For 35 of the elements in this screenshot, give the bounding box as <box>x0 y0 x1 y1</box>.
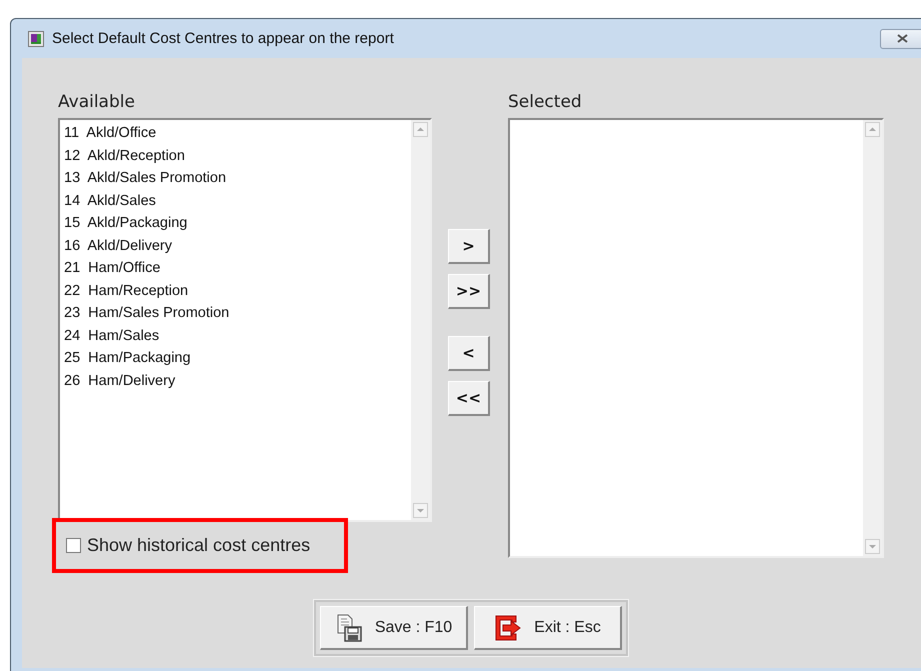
checkbox[interactable] <box>66 538 81 553</box>
list-item[interactable]: 25 Ham/Packaging <box>64 347 407 370</box>
list-item[interactable]: 14 Akld/Sales <box>64 190 407 212</box>
add-button[interactable]: >> <box>448 274 490 309</box>
remove-button[interactable]: < <box>448 336 490 371</box>
list-item[interactable]: 21 Ham/Office <box>64 257 407 280</box>
save-button[interactable]: Save : F10 <box>320 606 468 650</box>
close-button[interactable] <box>880 28 921 48</box>
list-item[interactable]: 16 Akld/Delivery <box>64 234 407 257</box>
list-item[interactable]: 15 Akld/Packaging <box>64 212 407 234</box>
exit-button[interactable]: Exit : Esc <box>474 606 622 650</box>
scrollbar[interactable] <box>863 120 882 556</box>
list-item[interactable]: 13 Akld/Sales Promotion <box>64 167 407 190</box>
available-list[interactable] <box>58 118 432 522</box>
scrollbar[interactable] <box>411 120 430 520</box>
add-button[interactable]: > <box>448 229 490 264</box>
list-item[interactable]: 11 Akld/Office <box>64 122 407 144</box>
floppy-disk-icon <box>334 612 365 642</box>
list-label: Selected <box>508 92 583 114</box>
window-title: Select Default Cost Centres to appear on the report <box>52 30 394 47</box>
list-item[interactable]: 24 Ham/Sales <box>64 324 407 347</box>
app-icon <box>28 30 44 46</box>
list-item[interactable]: 22 Ham/Reception <box>64 280 407 302</box>
list-label: Available <box>58 92 136 114</box>
list-item[interactable]: 12 Akld/Reception <box>64 144 407 167</box>
scroll-down-icon[interactable] <box>865 539 880 554</box>
scroll-down-icon[interactable] <box>413 503 428 518</box>
list-item[interactable]: 23 Ham/Sales Promotion <box>64 302 407 324</box>
scroll-up-icon[interactable] <box>865 122 880 137</box>
scroll-up-icon[interactable] <box>413 122 428 137</box>
remove-button[interactable]: << <box>448 381 490 416</box>
close-icon <box>896 34 908 43</box>
list-item[interactable]: 26 Ham/Delivery <box>64 370 407 392</box>
selected-list[interactable] <box>508 118 884 558</box>
historical-checkbox[interactable]: Show historical cost centres <box>66 535 310 556</box>
